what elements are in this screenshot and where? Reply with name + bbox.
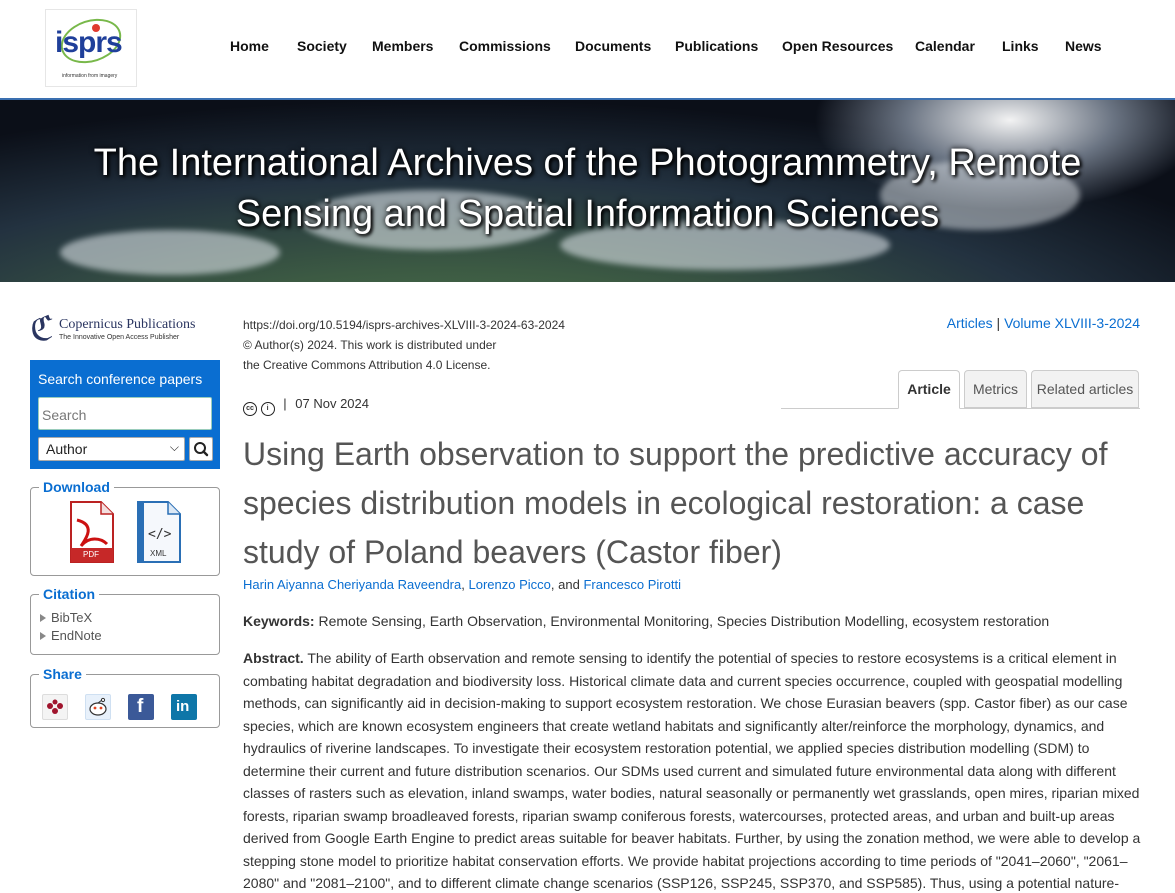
- reddit-icon[interactable]: [85, 694, 111, 720]
- facebook-icon[interactable]: f: [128, 694, 154, 720]
- author-list: Harin Aiyanna Cheriyanda Raveendra, Lore…: [243, 577, 681, 592]
- citation-panel: Citation BibTeX EndNote: [30, 586, 220, 655]
- journal-banner: The International Archives of the Photog…: [0, 100, 1175, 282]
- nav-open-resources[interactable]: Open Resources: [782, 38, 893, 54]
- journal-title-line1: The International Archives of the Photog…: [93, 142, 1082, 184]
- copernicus-logo[interactable]: ℭ Copernicus Publications The Innovative…: [30, 313, 220, 349]
- facebook-glyph: f: [137, 696, 144, 717]
- tab-related-articles[interactable]: Related articles: [1031, 370, 1139, 408]
- citation-bibtex-label: BibTeX: [51, 610, 93, 625]
- xml-download-button[interactable]: </> XML: [134, 500, 184, 564]
- mendeley-glyph-icon: [47, 699, 63, 714]
- date-separator: |: [283, 396, 287, 411]
- citation-legend: Citation: [39, 586, 100, 602]
- logo-tagline: information from imagery: [62, 73, 118, 79]
- copernicus-mark-icon: ℭ: [30, 311, 54, 348]
- caret-right-icon: [40, 632, 46, 640]
- linkedin-glyph: in: [176, 698, 190, 715]
- author-link[interactable]: Lorenzo Picco: [469, 577, 551, 592]
- nav-publications[interactable]: Publications: [675, 38, 758, 54]
- publisher-name: Copernicus Publications: [59, 317, 196, 332]
- top-navigation-bar: isprs information from imagery Home Soci…: [0, 0, 1175, 100]
- pdf-download-button[interactable]: PDF: [67, 500, 117, 564]
- abstract-label: Abstract.: [243, 650, 304, 666]
- keywords: Keywords: Remote Sensing, Earth Observat…: [243, 613, 1049, 629]
- nav-links[interactable]: Links: [1002, 38, 1039, 54]
- search-field-select[interactable]: Author ⌵: [38, 437, 185, 461]
- nav-commissions[interactable]: Commissions: [459, 38, 551, 54]
- breadcrumb-separator: |: [992, 315, 1005, 331]
- share-legend: Share: [39, 666, 86, 682]
- breadcrumb-volume[interactable]: Volume XLVIII-3-2024: [1004, 315, 1140, 331]
- journal-title-line2: Sensing and Spatial Information Sciences: [235, 193, 940, 235]
- search-icon: [194, 442, 209, 457]
- keywords-text: Remote Sensing, Earth Observation, Envir…: [318, 613, 1050, 629]
- citation-endnote[interactable]: EndNote: [40, 628, 102, 643]
- nav-news[interactable]: News: [1065, 38, 1102, 54]
- breadcrumb-articles[interactable]: Articles: [947, 315, 993, 331]
- tab-article[interactable]: Article: [898, 370, 960, 409]
- keywords-label: Keywords:: [243, 613, 315, 629]
- download-legend: Download: [39, 479, 114, 495]
- cc-by-icon[interactable]: i: [260, 402, 275, 416]
- search-button[interactable]: [189, 437, 213, 461]
- abstract-text: The ability of Earth observation and rem…: [243, 650, 1141, 891]
- svg-text:</>: </>: [148, 527, 172, 542]
- publisher-tagline: The Innovative Open Access Publisher: [59, 334, 180, 341]
- publication-date: 07 Nov 2024: [295, 396, 369, 411]
- nav-documents[interactable]: Documents: [575, 38, 651, 54]
- journal-title: The International Archives of the Photog…: [0, 138, 1175, 240]
- abstract: Abstract. The ability of Earth observati…: [243, 647, 1143, 893]
- caret-right-icon: [40, 614, 46, 622]
- nav-home[interactable]: Home: [230, 38, 269, 54]
- logo-dot: [92, 24, 100, 32]
- nav-members[interactable]: Members: [372, 38, 433, 54]
- license-date-line: cc i | 07 Nov 2024: [243, 396, 369, 416]
- citation-endnote-label: EndNote: [51, 628, 102, 643]
- search-title: Search conference papers: [38, 371, 203, 387]
- linkedin-icon[interactable]: in: [171, 694, 197, 720]
- author-link[interactable]: Francesco Pirotti: [583, 577, 681, 592]
- share-panel: Share f in: [30, 666, 220, 728]
- tab-metrics[interactable]: Metrics: [964, 370, 1027, 408]
- search-input[interactable]: Search: [38, 397, 212, 430]
- search-field-value: Author: [46, 441, 88, 457]
- nav-calendar[interactable]: Calendar: [915, 38, 975, 54]
- author-separator: ,: [461, 577, 465, 592]
- copyright-text: © Author(s) 2024. This work is distribut…: [243, 338, 497, 352]
- doi-link[interactable]: https://doi.org/10.5194/isprs-archives-X…: [243, 315, 565, 335]
- article-title: Using Earth observation to support the p…: [243, 436, 1108, 570]
- author-separator: , and: [550, 577, 580, 592]
- cc-icon[interactable]: cc: [243, 402, 257, 416]
- license-link[interactable]: the Creative Commons Attribution 4.0 Lic…: [243, 355, 565, 375]
- nav-society[interactable]: Society: [297, 38, 347, 54]
- download-panel: Download PDF </> XML: [30, 479, 220, 576]
- pdf-label: PDF: [83, 550, 99, 559]
- breadcrumb: Articles | Volume XLVIII-3-2024: [900, 315, 1140, 331]
- citation-bibtex[interactable]: BibTeX: [40, 610, 92, 625]
- search-panel: Search conference papers Search Author ⌵: [30, 360, 220, 469]
- reddit-glyph-icon: [89, 697, 107, 716]
- author-link[interactable]: Harin Aiyanna Cheriyanda Raveendra: [243, 577, 461, 592]
- tabs-baseline: [781, 408, 1140, 409]
- mendeley-icon[interactable]: [42, 694, 68, 720]
- xml-label: XML: [150, 549, 167, 558]
- article-meta: https://doi.org/10.5194/isprs-archives-X…: [243, 315, 565, 375]
- main-menu: Home Society Members Commissions Documen…: [0, 38, 1175, 58]
- chevron-down-icon: ⌵: [169, 440, 179, 454]
